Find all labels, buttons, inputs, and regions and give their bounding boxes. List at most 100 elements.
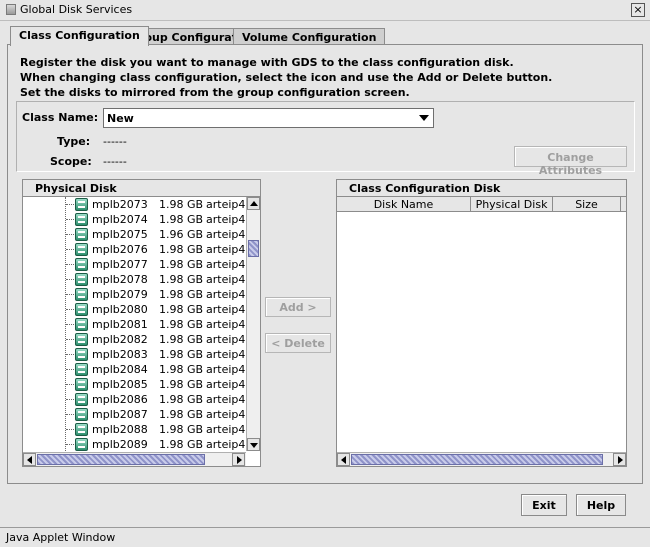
disk-name: mplb2076 — [92, 243, 148, 256]
physical-disk-tree[interactable]: mplb20731.98 GBarteip41:mplb20741.98 GBa… — [23, 197, 246, 451]
scroll-down-button[interactable] — [247, 438, 260, 451]
window-titlebar: Global Disk Services × — [0, 0, 650, 21]
class-name-combobox[interactable]: New — [103, 108, 434, 128]
scroll-left-button[interactable] — [337, 453, 350, 466]
disk-tree-row[interactable]: mplb2082 1.98 GBarteip41: — [23, 332, 246, 347]
column-size[interactable]: Size — [553, 197, 621, 212]
disk-tree-row[interactable]: mplb2077 1.98 GBarteip41: — [23, 257, 246, 272]
tree-connector — [66, 384, 74, 385]
add-button[interactable]: Add > — [265, 297, 331, 317]
horizontal-scroll-thumb[interactable] — [351, 454, 603, 465]
disk-size: 1.98 GB — [159, 333, 204, 346]
tree-connector — [66, 204, 74, 205]
disk-tree-row[interactable]: mplb2086 1.98 GBarteip41: — [23, 392, 246, 407]
disk-size: 1.98 GB — [159, 363, 204, 376]
disk-name: mplb2089 — [92, 438, 148, 451]
disk-tree-row[interactable]: mplb2081 1.98 GBarteip41: — [23, 317, 246, 332]
disk-size: 1.98 GB — [159, 273, 204, 286]
instruction-line: Register the disk you want to manage wit… — [20, 56, 514, 69]
scroll-right-button[interactable] — [613, 453, 626, 466]
disk-icon — [75, 378, 88, 391]
exit-button[interactable]: Exit — [521, 494, 567, 516]
close-window-button[interactable]: × — [631, 3, 645, 17]
arrow-up-icon — [250, 201, 258, 206]
disk-tree-row[interactable]: mplb2078 1.98 GBarteip41: — [23, 272, 246, 287]
tree-connector — [66, 249, 74, 250]
scope-value: ------ — [103, 155, 127, 168]
column-physical-disk[interactable]: Physical Disk — [471, 197, 553, 212]
disk-name: mplb2084 — [92, 363, 148, 376]
disk-tree-row[interactable]: mplb2083 1.98 GBarteip41: — [23, 347, 246, 362]
disk-host: arteip41: — [206, 273, 246, 286]
column-disk-name[interactable]: Disk Name — [337, 197, 471, 212]
instructions: Register the disk you want to manage wit… — [20, 55, 552, 100]
delete-button[interactable]: < Delete — [265, 333, 331, 353]
disk-name: mplb2078 — [92, 273, 148, 286]
physical-disk-horizontal-scrollbar[interactable] — [23, 452, 246, 466]
scroll-right-button[interactable] — [232, 453, 245, 466]
disk-name: mplb2081 — [92, 318, 148, 331]
disk-name: mplb2086 — [92, 393, 148, 406]
disk-tree-row[interactable]: mplb2088 1.98 GBarteip41: — [23, 422, 246, 437]
tab-volume-configuration[interactable]: Volume Configuration — [233, 28, 386, 45]
disk-icon — [75, 348, 88, 361]
disk-icon — [75, 363, 88, 376]
disk-size: 1.98 GB — [159, 348, 204, 361]
disk-host: arteip41: — [206, 198, 246, 211]
disk-tree-row[interactable]: mplb2075 1.96 GBarteip41: — [23, 227, 246, 242]
change-attributes-button[interactable]: Change Attributes — [514, 146, 627, 177]
disk-name: mplb2083 — [92, 348, 148, 361]
disk-tree-row[interactable]: mplb2079 1.98 GBarteip41: — [23, 287, 246, 302]
horizontal-scroll-thumb[interactable] — [37, 454, 205, 465]
disk-icon — [75, 228, 88, 241]
disk-size: 1.98 GB — [159, 378, 204, 391]
disk-name: mplb2085 — [92, 378, 148, 391]
disk-size: 1.98 GB — [159, 288, 204, 301]
tree-connector — [66, 429, 74, 430]
physical-disk-vertical-scrollbar[interactable] — [246, 197, 260, 451]
disk-size: 1.98 GB — [159, 318, 204, 331]
tree-connector — [66, 414, 74, 415]
scroll-up-button[interactable] — [247, 197, 260, 210]
disk-tree-row[interactable]: mplb2076 1.98 GBarteip41: — [23, 242, 246, 257]
disk-tree-row[interactable]: mplb2073 1.98 GBarteip41: — [23, 197, 246, 212]
disk-icon — [75, 393, 88, 406]
disk-host: arteip41: — [206, 363, 246, 376]
disk-tree-row[interactable]: mplb2089 1.98 GBarteip41: — [23, 437, 246, 451]
physical-disk-panel: Physical Disk mplb20731.98 GBarteip41:mp… — [22, 179, 261, 467]
arrow-left-icon — [341, 456, 346, 464]
vertical-scroll-thumb[interactable] — [248, 240, 259, 257]
disk-host: arteip41: — [206, 408, 246, 421]
disk-name: mplb2088 — [92, 423, 148, 436]
instruction-line: Set the disks to mirrored from the group… — [20, 86, 410, 99]
tree-connector — [66, 264, 74, 265]
disk-tree-row[interactable]: mplb2080 1.98 GBarteip41: — [23, 302, 246, 317]
class-disk-table-header: Disk Name Physical Disk Size — [337, 197, 626, 212]
disk-host: arteip41: — [206, 348, 246, 361]
help-button[interactable]: Help — [576, 494, 626, 516]
class-configuration-panel: Register the disk you want to manage wit… — [7, 44, 643, 484]
disk-icon — [75, 303, 88, 316]
class-disk-table-body[interactable] — [337, 213, 626, 451]
disk-host: arteip41: — [206, 333, 246, 346]
scope-label: Scope: — [50, 155, 92, 168]
disk-host: arteip41: — [206, 213, 246, 226]
tree-connector — [66, 279, 74, 280]
class-disk-horizontal-scrollbar[interactable] — [337, 452, 626, 466]
disk-tree-row[interactable]: mplb2087 1.98 GBarteip41: — [23, 407, 246, 422]
disk-tree-row[interactable]: mplb2085 1.98 GBarteip41: — [23, 377, 246, 392]
arrow-right-icon — [237, 456, 242, 464]
disk-size: 1.98 GB — [159, 198, 204, 211]
disk-icon — [75, 318, 88, 331]
chevron-down-icon[interactable] — [419, 115, 429, 121]
window-title: Global Disk Services — [20, 3, 133, 16]
disk-host: arteip41: — [206, 393, 246, 406]
tab-class-configuration[interactable]: Class Configuration — [10, 26, 149, 46]
disk-tree-row[interactable]: mplb2084 1.98 GBarteip41: — [23, 362, 246, 377]
tree-connector — [66, 339, 74, 340]
instruction-line: When changing class configuration, selec… — [20, 71, 553, 84]
disk-tree-row[interactable]: mplb2074 1.98 GBarteip41: — [23, 212, 246, 227]
disk-host: arteip41: — [206, 318, 246, 331]
tree-connector — [66, 324, 74, 325]
scroll-left-button[interactable] — [23, 453, 36, 466]
